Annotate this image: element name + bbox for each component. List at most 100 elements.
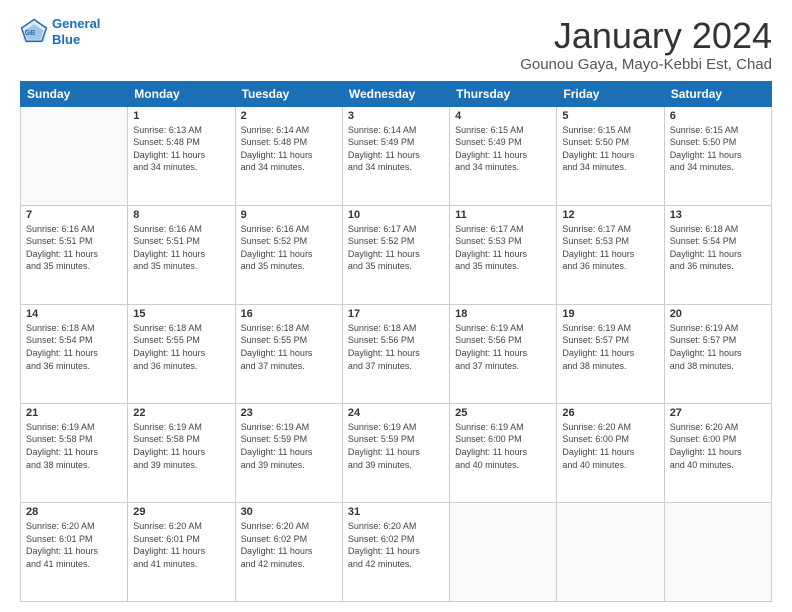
day-number: 19	[562, 308, 658, 320]
calendar-cell: 25 Sunrise: 6:19 AM Sunset: 6:00 PM Dayli…	[450, 403, 557, 502]
day-number: 23	[241, 407, 337, 419]
calendar-day-header: Thursday	[450, 81, 557, 106]
day-number: 13	[670, 209, 766, 221]
calendar-day-header: Monday	[128, 81, 235, 106]
calendar-cell	[664, 502, 771, 601]
day-info: Sunrise: 6:18 AM Sunset: 5:55 PM Dayligh…	[241, 322, 337, 372]
calendar-cell: 10Sunrise: 6:17 AM Sunset: 5:52 PM Dayli…	[342, 205, 449, 304]
calendar-cell: 26 Sunrise: 6:20 AM Sunset: 6:00 PM Dayli…	[557, 403, 664, 502]
day-info: Sunrise: 6:17 AM Sunset: 5:53 PM Dayligh…	[562, 223, 658, 273]
day-number: 5	[562, 110, 658, 122]
day-number: 3	[348, 110, 444, 122]
day-number: 12	[562, 209, 658, 221]
day-info: Sunrise: 6:19 AM Sunset: 5:57 PM Dayligh…	[670, 322, 766, 372]
calendar-week-row: 28 Sunrise: 6:20 AM Sunset: 6:01 PM Dayli…	[21, 502, 772, 601]
day-info: Sunrise: 6:16 AM Sunset: 5:51 PM Dayligh…	[133, 223, 229, 273]
day-number: 9	[241, 209, 337, 221]
day-info: Sunrise: 6:19 AM Sunset: 5:58 PM Dayligh…	[133, 421, 229, 471]
subtitle: Gounou Gaya, Mayo-Kebbi Est, Chad	[520, 56, 772, 73]
calendar-day-header: Sunday	[21, 81, 128, 106]
calendar-cell: 1Sunrise: 6:13 AM Sunset: 5:48 PM Daylig…	[128, 106, 235, 205]
day-info: Sunrise: 6:19 AM Sunset: 5:58 PM Dayligh…	[26, 421, 122, 471]
calendar-cell: 15 Sunrise: 6:18 AM Sunset: 5:55 PM Dayli…	[128, 304, 235, 403]
calendar-cell: 4 Sunrise: 6:15 AM Sunset: 5:49 PM Daylig…	[450, 106, 557, 205]
day-info: Sunrise: 6:19 AM Sunset: 5:56 PM Dayligh…	[455, 322, 551, 372]
day-info: Sunrise: 6:14 AM Sunset: 5:49 PM Dayligh…	[348, 124, 444, 174]
day-info: Sunrise: 6:20 AM Sunset: 6:01 PM Dayligh…	[26, 520, 122, 570]
calendar-day-header: Saturday	[664, 81, 771, 106]
day-info: Sunrise: 6:16 AM Sunset: 5:52 PM Dayligh…	[241, 223, 337, 273]
calendar-cell: 11Sunrise: 6:17 AM Sunset: 5:53 PM Dayli…	[450, 205, 557, 304]
calendar-week-row: 1Sunrise: 6:13 AM Sunset: 5:48 PM Daylig…	[21, 106, 772, 205]
day-info: Sunrise: 6:18 AM Sunset: 5:54 PM Dayligh…	[670, 223, 766, 273]
day-number: 26	[562, 407, 658, 419]
calendar-week-row: 21Sunrise: 6:19 AM Sunset: 5:58 PM Dayli…	[21, 403, 772, 502]
header: GB General Blue January 2024 Gounou Gaya…	[20, 16, 772, 73]
day-info: Sunrise: 6:16 AM Sunset: 5:51 PM Dayligh…	[26, 223, 122, 273]
calendar-week-row: 7 Sunrise: 6:16 AM Sunset: 5:51 PM Daylig…	[21, 205, 772, 304]
day-number: 6	[670, 110, 766, 122]
calendar-day-header: Tuesday	[235, 81, 342, 106]
calendar-cell: 20 Sunrise: 6:19 AM Sunset: 5:57 PM Dayli…	[664, 304, 771, 403]
day-info: Sunrise: 6:14 AM Sunset: 5:48 PM Dayligh…	[241, 124, 337, 174]
day-info: Sunrise: 6:19 AM Sunset: 5:57 PM Dayligh…	[562, 322, 658, 372]
logo-line1: General	[52, 16, 100, 31]
calendar-cell: 5 Sunrise: 6:15 AM Sunset: 5:50 PM Daylig…	[557, 106, 664, 205]
calendar-cell: 16Sunrise: 6:18 AM Sunset: 5:55 PM Dayli…	[235, 304, 342, 403]
calendar-cell: 7 Sunrise: 6:16 AM Sunset: 5:51 PM Daylig…	[21, 205, 128, 304]
day-info: Sunrise: 6:20 AM Sunset: 6:02 PM Dayligh…	[348, 520, 444, 570]
day-number: 10	[348, 209, 444, 221]
day-info: Sunrise: 6:19 AM Sunset: 6:00 PM Dayligh…	[455, 421, 551, 471]
day-number: 7	[26, 209, 122, 221]
day-number: 4	[455, 110, 551, 122]
main-title: January 2024	[520, 16, 772, 56]
day-number: 27	[670, 407, 766, 419]
day-info: Sunrise: 6:20 AM Sunset: 6:01 PM Dayligh…	[133, 520, 229, 570]
day-number: 28	[26, 506, 122, 518]
day-number: 25	[455, 407, 551, 419]
day-info: Sunrise: 6:19 AM Sunset: 5:59 PM Dayligh…	[348, 421, 444, 471]
logo: GB General Blue	[20, 16, 100, 47]
day-info: Sunrise: 6:18 AM Sunset: 5:56 PM Dayligh…	[348, 322, 444, 372]
day-info: Sunrise: 6:13 AM Sunset: 5:48 PM Dayligh…	[133, 124, 229, 174]
day-number: 15	[133, 308, 229, 320]
calendar-week-row: 14 Sunrise: 6:18 AM Sunset: 5:54 PM Dayli…	[21, 304, 772, 403]
calendar-day-header: Wednesday	[342, 81, 449, 106]
calendar-cell: 9 Sunrise: 6:16 AM Sunset: 5:52 PM Daylig…	[235, 205, 342, 304]
day-number: 2	[241, 110, 337, 122]
calendar-cell: 8Sunrise: 6:16 AM Sunset: 5:51 PM Daylig…	[128, 205, 235, 304]
calendar-cell	[450, 502, 557, 601]
day-number: 20	[670, 308, 766, 320]
calendar-cell: 28 Sunrise: 6:20 AM Sunset: 6:01 PM Dayli…	[21, 502, 128, 601]
calendar-cell: 17 Sunrise: 6:18 AM Sunset: 5:56 PM Dayli…	[342, 304, 449, 403]
calendar-header-row: SundayMondayTuesdayWednesdayThursdayFrid…	[21, 81, 772, 106]
calendar-cell: 21Sunrise: 6:19 AM Sunset: 5:58 PM Dayli…	[21, 403, 128, 502]
logo-line2: Blue	[52, 32, 80, 47]
calendar-cell: 27Sunrise: 6:20 AM Sunset: 6:00 PM Dayli…	[664, 403, 771, 502]
day-info: Sunrise: 6:18 AM Sunset: 5:55 PM Dayligh…	[133, 322, 229, 372]
day-number: 22	[133, 407, 229, 419]
title-block: January 2024 Gounou Gaya, Mayo-Kebbi Est…	[520, 16, 772, 73]
calendar-cell: 18Sunrise: 6:19 AM Sunset: 5:56 PM Dayli…	[450, 304, 557, 403]
day-info: Sunrise: 6:17 AM Sunset: 5:53 PM Dayligh…	[455, 223, 551, 273]
day-info: Sunrise: 6:15 AM Sunset: 5:50 PM Dayligh…	[670, 124, 766, 174]
day-info: Sunrise: 6:18 AM Sunset: 5:54 PM Dayligh…	[26, 322, 122, 372]
calendar-cell: 12 Sunrise: 6:17 AM Sunset: 5:53 PM Dayli…	[557, 205, 664, 304]
calendar-cell	[21, 106, 128, 205]
day-number: 31	[348, 506, 444, 518]
logo-icon: GB	[20, 18, 48, 46]
calendar-table: SundayMondayTuesdayWednesdayThursdayFrid…	[20, 81, 772, 602]
day-info: Sunrise: 6:15 AM Sunset: 5:50 PM Dayligh…	[562, 124, 658, 174]
calendar-cell: 3 Sunrise: 6:14 AM Sunset: 5:49 PM Daylig…	[342, 106, 449, 205]
calendar-cell: 19 Sunrise: 6:19 AM Sunset: 5:57 PM Dayli…	[557, 304, 664, 403]
day-number: 17	[348, 308, 444, 320]
day-info: Sunrise: 6:20 AM Sunset: 6:02 PM Dayligh…	[241, 520, 337, 570]
calendar-cell: 14 Sunrise: 6:18 AM Sunset: 5:54 PM Dayli…	[21, 304, 128, 403]
page: GB General Blue January 2024 Gounou Gaya…	[0, 0, 792, 612]
day-info: Sunrise: 6:15 AM Sunset: 5:49 PM Dayligh…	[455, 124, 551, 174]
calendar-cell: 31 Sunrise: 6:20 AM Sunset: 6:02 PM Dayli…	[342, 502, 449, 601]
day-number: 14	[26, 308, 122, 320]
calendar-cell: 2 Sunrise: 6:14 AM Sunset: 5:48 PM Daylig…	[235, 106, 342, 205]
calendar-day-header: Friday	[557, 81, 664, 106]
day-info: Sunrise: 6:20 AM Sunset: 6:00 PM Dayligh…	[562, 421, 658, 471]
